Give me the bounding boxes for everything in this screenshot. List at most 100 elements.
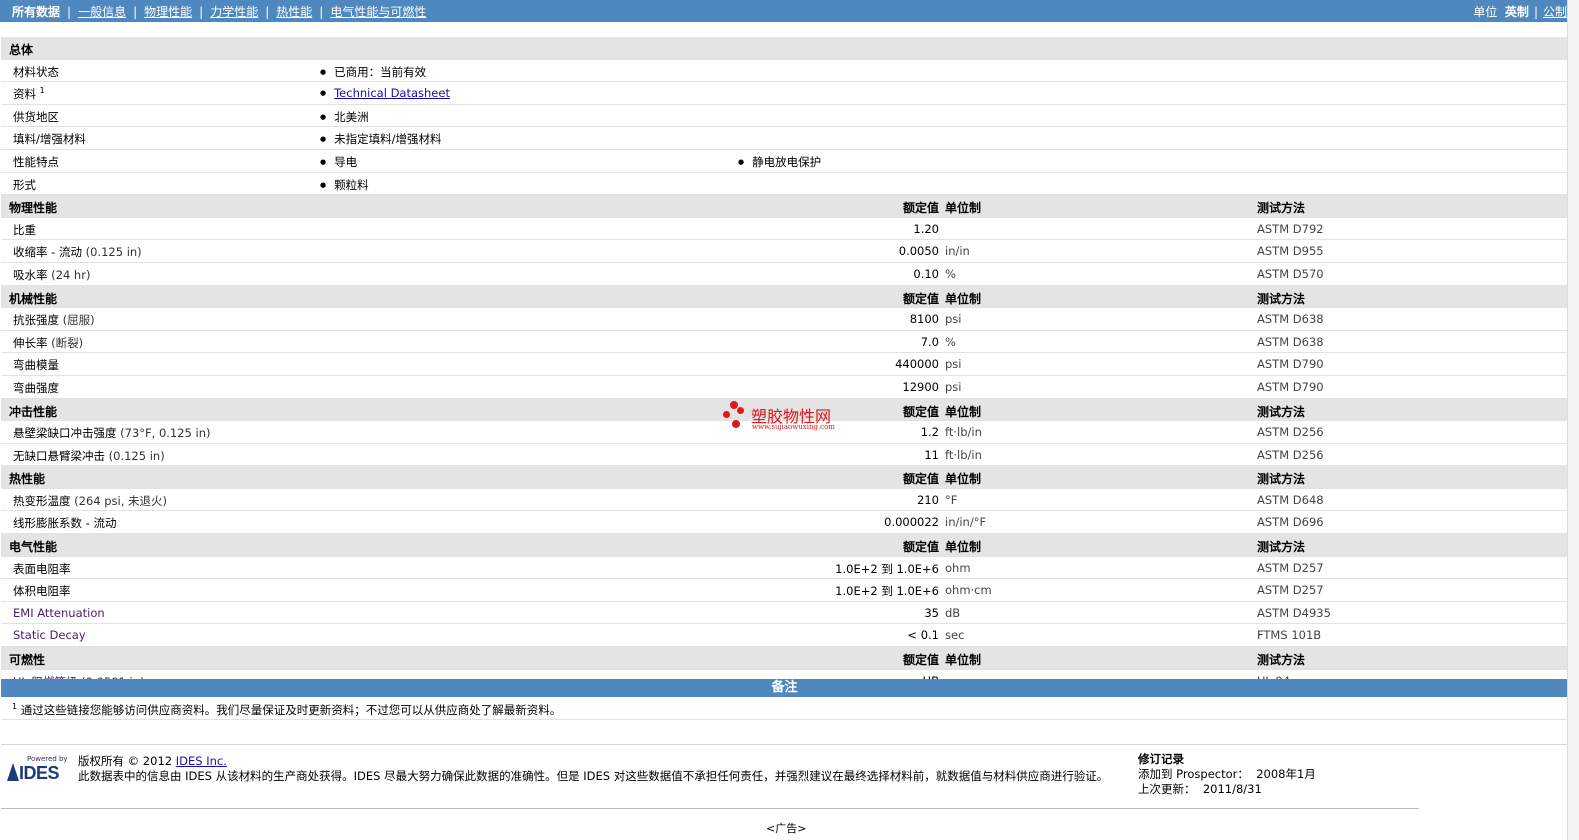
watermark-url: www.sujiaowuxing.com [752, 423, 835, 431]
watermark-dot-icon [732, 420, 740, 428]
section-title: 物理性能 [9, 201, 58, 216]
table-row: 材料状态 已商用：当前有效 [1, 60, 1568, 83]
row-label: 材料状态 [13, 64, 59, 79]
col-header-unit: 单位制 [945, 201, 982, 216]
bullet-value: 北美洲 [320, 109, 369, 125]
col-header-unit: 单位制 [945, 653, 982, 668]
value-text: 颗粒料 [334, 177, 369, 192]
property-value: 0.10 [913, 266, 939, 281]
col-header-value: 额定值 [902, 540, 939, 555]
property-value: 1.2 [920, 425, 939, 440]
condition: (264 psi, 未退火) [74, 493, 168, 508]
footer: Powered by IDES 版权所有 © 2012 IDES Inc. 此数… [0, 748, 1579, 808]
property-value: 1.0E+2 到 1.0E+6 [835, 584, 939, 599]
property-label: 弯曲强度 [13, 380, 59, 395]
nav-thermal[interactable]: 热性能 [276, 5, 312, 19]
col-header-unit: 单位制 [945, 291, 982, 306]
property-value: 440000 [895, 357, 939, 372]
row-label: 资料 1 [13, 86, 45, 102]
property-table: 总体材料状态 已商用：当前有效资料 1 Technical Datasheet 供货地… [1, 37, 1568, 693]
property-value: 0.000022 [884, 515, 939, 530]
property-label: 抗张强度 (屈服) [13, 313, 95, 328]
test-method: ASTM D790 [1257, 357, 1324, 372]
value-text: 导电 [334, 154, 358, 169]
test-method: ASTM D648 [1257, 492, 1324, 507]
col-header-unit: 单位制 [945, 404, 982, 419]
ides-link[interactable]: IDES Inc. [176, 754, 227, 768]
col-header-test: 测试方法 [1257, 540, 1306, 555]
nav-mechanical[interactable]: 力学性能 [210, 5, 258, 19]
note-1: 1 通过这些链接您能够访问供应商资料。我们尽量保证及时更新资料；不过您可以从供应… [12, 702, 562, 717]
unit-english[interactable]: 英制 [1505, 5, 1529, 19]
col-header-test: 测试方法 [1257, 472, 1306, 487]
top-nav-bar: 所有数据 | 一般信息 | 物理性能 | 力学性能 | 热性能 | 电气性能与可燃性 单位 英制 | 公… [0, 0, 1579, 22]
nav-physical[interactable]: 物理性能 [144, 5, 192, 19]
table-row: 线形膨胀系数 - 流动 0.000022 in/in/°F ASTM D696 [1, 511, 1568, 535]
section-nav: 所有数据 | 一般信息 | 物理性能 | 力学性能 | 热性能 | 电气性能与可燃性 [12, 5, 427, 19]
test-method: ASTM D257 [1257, 583, 1324, 598]
value-text: 北美洲 [334, 109, 369, 124]
section-header: 机械性能 额定值 单位制 测试方法 [1, 285, 1568, 309]
property-unit: °F [945, 492, 958, 507]
divider [1, 719, 1568, 720]
property-unit: ft·lb/in [945, 425, 982, 440]
property-unit: in/in [945, 244, 970, 259]
unit-switcher: 单位 英制 | 公制 [1473, 5, 1567, 19]
bullet-value: 静电放电保护 [738, 154, 821, 170]
value-text: 已商用：当前有效 [334, 64, 427, 79]
property-value: 8100 [909, 312, 939, 327]
vertical-scrollbar[interactable] [1567, 0, 1579, 840]
section-header: 物理性能 额定值 单位制 测试方法 [1, 195, 1568, 218]
nav-all-data[interactable]: 所有数据 [12, 5, 60, 19]
property-unit: ft·lb/in [945, 447, 982, 462]
section-title: 冲击性能 [9, 404, 58, 419]
property-unit: % [945, 334, 956, 349]
disclaimer: 此数据表中的信息由 IDES 从该材料的生产商处获得。IDES 尽最大努力确保此… [78, 769, 1109, 783]
col-header-test: 测试方法 [1257, 291, 1306, 306]
table-row: 填料/增强材料 未指定填料/增强材料 [1, 127, 1568, 150]
condition: (屈服) [62, 313, 95, 328]
section-title: 可燃性 [9, 653, 46, 668]
table-row: 弯曲强度 12900 psi ASTM D790 [1, 376, 1568, 399]
ad-label: <广告> [766, 822, 807, 835]
test-method: ASTM D792 [1257, 221, 1324, 236]
col-header-test: 测试方法 [1257, 201, 1306, 216]
test-method: ASTM D570 [1257, 266, 1324, 281]
row-label: 性能特点 [13, 154, 59, 169]
unit-metric[interactable]: 公制 [1543, 5, 1567, 19]
property-label: Static Decay [13, 628, 86, 643]
col-header-value: 额定值 [902, 404, 939, 419]
test-method: ASTM D638 [1257, 334, 1324, 349]
watermark-dot-icon [737, 407, 744, 414]
ides-logo[interactable]: Powered by IDES [7, 755, 69, 783]
datasheet-link[interactable]: Technical Datasheet [334, 86, 450, 100]
test-method: FTMS 101B [1257, 628, 1322, 643]
row-label: 填料/增强材料 [13, 132, 86, 147]
section-title: 总体 [9, 43, 34, 57]
nav-general-info[interactable]: 一般信息 [78, 5, 126, 19]
table-row: 比重 1.20 ASTM D792 [1, 218, 1568, 241]
property-unit: ohm [945, 560, 971, 575]
test-method: ASTM D955 [1257, 244, 1324, 259]
divider [1, 744, 1568, 745]
property-unit: psi [945, 312, 962, 327]
property-value: 0.0050 [898, 244, 939, 259]
table-row: 性能特点 导电 静电放电保护 [1, 150, 1568, 173]
property-label: 悬壁梁缺口冲击强度 (73°F, 0.125 in) [13, 426, 211, 441]
divider [1, 808, 1419, 809]
col-header-value: 额定值 [902, 291, 939, 306]
nav-electrical[interactable]: 电气性能与可燃性 [330, 5, 426, 19]
table-row: 吸水率 (24 hr) 0.10% ASTM D570 [1, 263, 1568, 286]
test-method: ASTM D256 [1257, 425, 1324, 440]
property-label: 吸水率 (24 hr) [13, 267, 91, 282]
revision-history: 修订记录 添加到 Prospector： 2008年1月 上次更新： 2011/… [1138, 752, 1316, 796]
table-row: 热变形温度 (264 psi, 未退火) 210 °F ASTM D648 [1, 489, 1568, 512]
powered-by-text: Powered by [27, 755, 68, 763]
property-label: 表面电阻率 [13, 561, 71, 576]
property-label: 弯曲模量 [13, 358, 59, 373]
col-header-unit: 单位制 [945, 472, 982, 487]
table-row: 抗张强度 (屈服) 8100 psi ASTM D638 [1, 308, 1568, 331]
test-method: ASTM D257 [1257, 560, 1324, 575]
condition: (0.125 in) [85, 245, 142, 260]
condition: (断裂) [51, 335, 84, 350]
